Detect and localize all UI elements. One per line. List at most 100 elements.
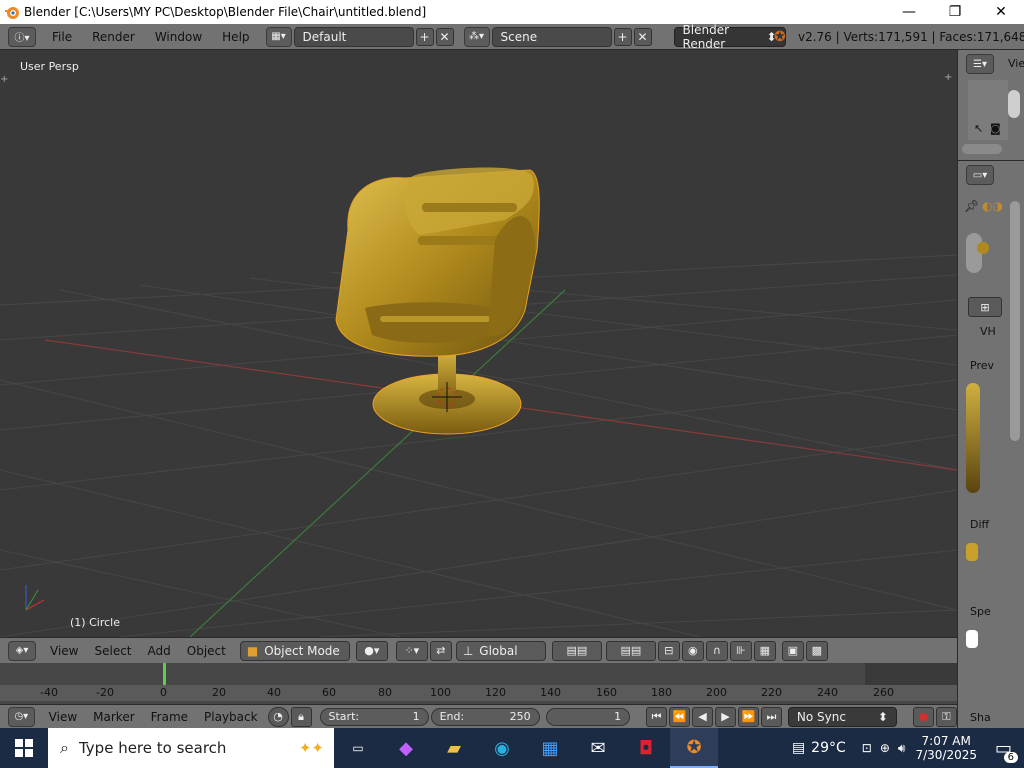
keying-set-icon[interactable]: ⚿ <box>935 706 957 727</box>
specular-color-swatch[interactable] <box>966 630 978 648</box>
interaction-mode-dropdown[interactable]: ■ Object Mode <box>239 640 350 661</box>
timeline-ruler[interactable] <box>0 685 957 701</box>
scene-icon[interactable]: ⁂▾ <box>463 26 490 47</box>
lock-range-icon[interactable]: 🔒︎ <box>290 706 312 727</box>
screen-layout-field[interactable]: Default <box>293 26 414 47</box>
viewport-menu-select[interactable]: Select <box>86 644 139 658</box>
current-frame-cursor[interactable] <box>163 663 166 685</box>
prev-keyframe-icon[interactable]: ⏪ <box>669 706 691 727</box>
editor-type-button[interactable]: ⓘ▾ <box>8 26 36 47</box>
tick-label: 100 <box>430 686 451 699</box>
add-layout-icon[interactable]: + <box>415 27 434 46</box>
material-browse-icon[interactable]: ⊞ <box>968 297 1002 317</box>
3d-viewport[interactable]: User Persp (1) Circle + + <box>0 50 957 637</box>
weather-temperature[interactable]: 29°C <box>811 740 846 756</box>
manipulator-toggle-icon[interactable]: ⇄ <box>429 640 452 661</box>
start-frame-field[interactable]: Start: 1 <box>319 707 429 726</box>
timeline-editor-type-button[interactable]: ◷▾ <box>8 706 35 727</box>
play-reverse-icon[interactable]: ◀ <box>692 706 713 727</box>
end-frame-field[interactable]: End: 250 <box>430 707 540 726</box>
preview-section-header[interactable]: Prev <box>970 359 994 372</box>
layers-grid-1[interactable]: ▤▤ <box>551 640 602 661</box>
viewport-editor-type-button[interactable]: ◈▾ <box>8 640 36 661</box>
scene-field[interactable]: Scene <box>491 26 612 47</box>
taskbar-search-box[interactable]: ⌕ Type here to search ✦✦ <box>48 728 334 768</box>
snap-element-icon[interactable]: ⊪ <box>729 640 752 661</box>
camera-icon[interactable]: ◙ <box>990 122 1001 135</box>
menu-render[interactable]: Render <box>82 30 145 44</box>
jump-end-icon[interactable]: ⏭ <box>760 706 782 727</box>
layers-grid-2[interactable]: ▤▤ <box>605 640 656 661</box>
start-button[interactable] <box>0 728 48 768</box>
window-title: Blender [C:\Users\MY PC\Desktop\Blender … <box>24 5 427 19</box>
outliner-editor-type-button[interactable]: ☰▾ <box>966 54 994 74</box>
next-keyframe-icon[interactable]: ⏩ <box>737 706 759 727</box>
snap-icon[interactable]: ∩ <box>705 640 728 661</box>
timeline-area[interactable]: -40 -20 0 20 40 60 80 100 120 140 160 18… <box>0 663 957 704</box>
remove-layout-icon[interactable]: ✕ <box>435 27 454 46</box>
viewport-menu-add[interactable]: Add <box>140 644 179 658</box>
clock[interactable]: 7:07 AM 7/30/2025 <box>915 734 977 762</box>
tick-label: 140 <box>540 686 561 699</box>
app-red-icon[interactable]: ◘ <box>622 728 670 768</box>
sync-mode-dropdown[interactable]: No Sync ⬍ <box>787 706 897 727</box>
add-scene-icon[interactable]: + <box>613 27 632 46</box>
edge-browser-icon[interactable]: ◉ <box>478 728 526 768</box>
pin-icon[interactable]: 📌︎ <box>964 199 979 213</box>
proportional-edit-icon[interactable]: ◉ <box>681 640 704 661</box>
properties-editor-type-button[interactable]: ▭▾ <box>966 165 994 185</box>
region-toggle-right-icon[interactable]: + <box>944 72 952 83</box>
remove-scene-icon[interactable]: ✕ <box>633 27 652 46</box>
diffuse-section-header[interactable]: Diff <box>970 518 989 531</box>
menu-help[interactable]: Help <box>212 30 259 44</box>
outliner-scrollbar[interactable] <box>1008 90 1020 118</box>
current-frame-field[interactable]: 1 <box>545 707 631 726</box>
shading-section-header[interactable]: Sha <box>970 711 991 724</box>
lock-layers-icon[interactable]: ⊟ <box>657 640 680 661</box>
microsoft-store-icon[interactable]: ▦ <box>526 728 574 768</box>
viewport-menu-view[interactable]: View <box>42 644 86 658</box>
properties-scrollbar[interactable] <box>1010 201 1020 441</box>
specular-section-header[interactable]: Spe <box>970 605 991 618</box>
network-icon[interactable]: ⊕ <box>880 741 890 755</box>
render-engine-dropdown[interactable]: Blender Render ⬍ <box>673 23 786 51</box>
task-view-icon[interactable]: ▭ <box>334 728 382 768</box>
minimize-button[interactable]: — <box>886 0 932 24</box>
diffuse-color-swatch[interactable] <box>966 543 978 561</box>
region-toggle-left-icon[interactable]: + <box>0 74 8 85</box>
transform-orientation-dropdown[interactable]: ⊥ Global <box>455 640 546 661</box>
play-icon[interactable]: ▶ <box>715 706 736 727</box>
screen-layout-icon[interactable]: ▦▾ <box>265 26 292 47</box>
notification-button[interactable]: ▭ 6 <box>995 738 1018 763</box>
record-icon[interactable]: ● <box>912 706 934 727</box>
copilot-icon[interactable]: ◆ <box>382 728 430 768</box>
viewport-shading-icon[interactable]: ●▾ <box>355 640 388 661</box>
preview-range-icon[interactable]: ◔ <box>267 706 289 727</box>
close-button[interactable]: ✕ <box>978 0 1024 24</box>
timeline-menu-playback[interactable]: Playback <box>196 710 266 724</box>
timeline-menu-marker[interactable]: Marker <box>85 710 142 724</box>
volume-icon[interactable]: 🔊︎ <box>898 741 906 756</box>
render-preview-icon[interactable]: ▦ <box>753 640 776 661</box>
blender-taskbar-icon[interactable]: ✪ <box>670 728 718 768</box>
tab-label[interactable]: VH <box>980 325 996 338</box>
file-explorer-icon[interactable]: ▰ <box>430 728 478 768</box>
outliner-view-menu[interactable]: Vie <box>1008 57 1024 70</box>
maximize-button[interactable]: ❐ <box>932 0 978 24</box>
opengl-anim-icon[interactable]: ▩ <box>805 640 828 661</box>
material-tab-icon[interactable]: ◐◑ <box>982 199 1003 213</box>
mail-icon[interactable]: ✉ <box>574 728 622 768</box>
timeline-menu-view[interactable]: View <box>41 710 85 724</box>
meet-icon[interactable]: ⊡ <box>862 741 872 755</box>
menu-window[interactable]: Window <box>145 30 212 44</box>
outliner-hscroll[interactable] <box>962 144 1002 154</box>
viewport-menu-object[interactable]: Object <box>179 644 234 658</box>
weather-icon[interactable]: ▤ <box>792 740 805 756</box>
jump-start-icon[interactable]: ⏮ <box>646 706 668 727</box>
pivot-point-icon[interactable]: ⁘▾ <box>395 640 428 661</box>
cursor-icon[interactable]: ↖ <box>974 122 983 135</box>
menu-file[interactable]: File <box>42 30 82 44</box>
viewport-canvas[interactable] <box>0 50 957 637</box>
opengl-render-icon[interactable]: ▣ <box>781 640 804 661</box>
timeline-menu-frame[interactable]: Frame <box>143 710 196 724</box>
